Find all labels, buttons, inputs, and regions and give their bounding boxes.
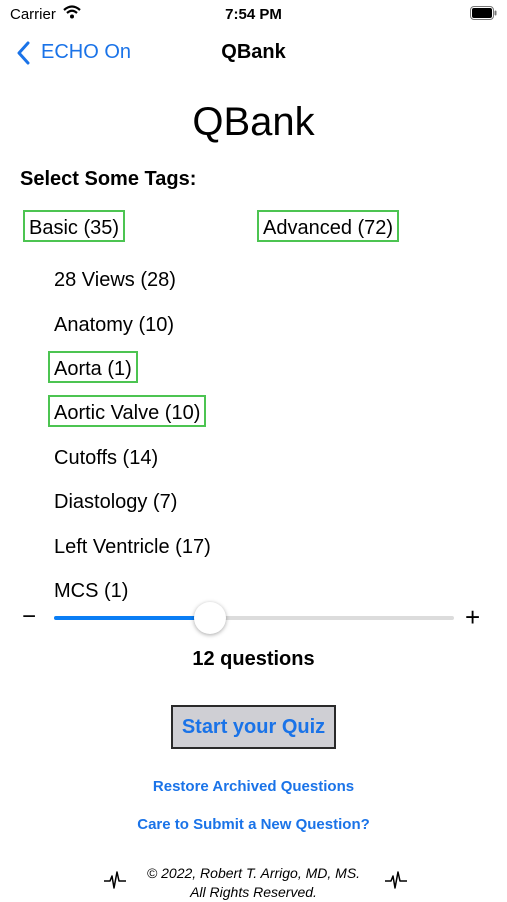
tag-mcs[interactable]: MCS (1) [48,573,134,605]
slider-increment-icon[interactable]: + [465,602,480,633]
submit-question-link[interactable]: Care to Submit a New Question? [0,816,507,833]
navigation-bar: ECHO On QBank [0,30,507,74]
slider-fill [54,616,210,620]
question-count-label: 12 questions [192,648,315,670]
tag-cutoffs[interactable]: Cutoffs (14) [48,440,164,472]
nav-title: QBank [221,41,286,63]
battery-icon [470,6,497,20]
tag-aortic-valve[interactable]: Aortic Valve (10) [48,395,207,427]
tag-advanced[interactable]: Advanced (72) [257,210,400,242]
copyright-line-2: All Rights Reserved. [190,884,317,900]
slider-decrement-icon[interactable]: − [22,603,36,631]
start-quiz-button[interactable]: Start your Quiz [171,705,336,749]
tags-prompt: Select Some Tags: [20,168,197,190]
tag-left-ventricle[interactable]: Left Ventricle (17) [48,529,217,561]
question-count-slider[interactable] [54,602,454,634]
copyright-line-1: © 2022, Robert T. Arrigo, MD, MS. [146,865,361,881]
slider-thumb[interactable] [194,602,226,634]
status-bar: Carrier 7:54 PM [0,0,507,30]
heartbeat-icon [385,871,407,889]
tag-aorta[interactable]: Aorta (1) [48,351,138,383]
restore-archived-link[interactable]: Restore Archived Questions [0,778,507,795]
copyright-notice: © 2022, Robert T. Arrigo, MD, MS. All Ri… [130,864,377,902]
status-time: 7:54 PM [225,6,282,23]
tag-28-views[interactable]: 28 Views (28) [48,262,182,294]
tag-diastology[interactable]: Diastology (7) [48,484,183,516]
page-title: QBank [192,100,315,144]
tag-basic[interactable]: Basic (35) [23,210,126,242]
heartbeat-icon [104,871,126,889]
tag-anatomy[interactable]: Anatomy (10) [48,307,180,339]
